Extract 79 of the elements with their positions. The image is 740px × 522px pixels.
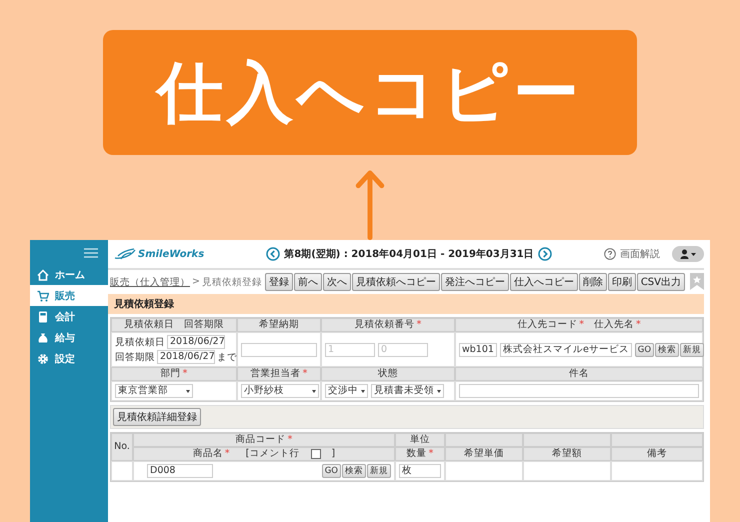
small-button[interactable]: 新規 [680, 342, 704, 356]
supplier-code-field[interactable]: wb101 [459, 342, 497, 356]
small-button[interactable]: GO [634, 342, 654, 356]
column-header: 営業担当者 * [237, 367, 321, 381]
status-select[interactable]: 交渉中 [325, 384, 368, 398]
column-header: 希望単価 [445, 447, 523, 461]
column-header: 備考 [611, 447, 703, 461]
unit-field[interactable]: 枚 [399, 464, 441, 478]
small-button[interactable]: GO [322, 464, 341, 478]
detail-register-button[interactable]: 見積依頼詳細登録 [113, 408, 201, 426]
cart-icon [37, 290, 49, 302]
page-title: 見積依頼登録 [114, 299, 174, 310]
sidebar-item[interactable]: 設定 [30, 348, 108, 369]
small-button[interactable]: 新規 [367, 464, 391, 478]
breadcrumb-current: 見積依頼登録 [202, 276, 262, 288]
product-code-field[interactable]: D008 [147, 464, 213, 478]
money-bag-icon [37, 332, 49, 344]
user-menu-button[interactable] [672, 246, 704, 262]
bookmark-star-icon[interactable] [690, 273, 704, 290]
field-label: 回答期限 [115, 350, 155, 364]
column-header: 商品コード * [133, 433, 395, 447]
toolbar-button[interactable]: 登録 [264, 273, 293, 291]
comment-row-checkbox[interactable] [311, 449, 322, 459]
help-link[interactable]: 画面解説 [620, 247, 660, 261]
column-header: 希望納期 [237, 318, 321, 332]
calculator-icon [37, 310, 49, 322]
gear-icon [37, 352, 49, 364]
home-icon [37, 268, 49, 280]
logo-swoosh-icon [114, 248, 136, 260]
toolbar-button[interactable]: 前へ [294, 273, 322, 291]
subject-field[interactable] [459, 384, 699, 398]
menu-icon[interactable] [84, 248, 98, 258]
column-header: 数量 * [395, 447, 445, 461]
toolbar-button[interactable]: 印刷 [608, 273, 636, 291]
column-header: 単位 [395, 433, 445, 447]
field-label: 見積依頼日 [115, 336, 165, 348]
small-button[interactable]: 検索 [342, 464, 366, 478]
sidebar-item[interactable]: 給与 [30, 327, 108, 348]
column-header: 商品名 * [192, 448, 230, 460]
status-select[interactable]: 見積書未受領 [371, 384, 444, 398]
quote-number-field: 1 [325, 342, 375, 356]
sidebar-item[interactable]: ホーム [30, 264, 108, 285]
copy-to-purchase-callout: 仕入へコピー [103, 30, 637, 156]
toolbar-button[interactable]: 削除 [578, 273, 607, 291]
comment-row-bracket: ] [331, 448, 336, 460]
comment-row-label: [コメント行 [246, 448, 300, 460]
sales-rep-select[interactable]: 小野紗枝 [241, 384, 319, 398]
toolbar-button[interactable]: 見積依頼へコピー [352, 273, 440, 291]
up-arrow-icon [355, 169, 385, 240]
sidebar-item[interactable]: 会計 [30, 306, 108, 327]
column-header: 希望額 [523, 447, 611, 461]
fiscal-period: 第8期(翌期) : 2018年04月01日 - 2019年03月31日 [284, 248, 534, 261]
next-period-icon[interactable] [538, 247, 552, 261]
help-icon[interactable] [604, 248, 616, 260]
breadcrumb-link[interactable]: 販売（仕入管理） [110, 276, 190, 288]
sidebar-item[interactable]: 販売 [30, 285, 108, 306]
toolbar-button[interactable]: CSV出力 [636, 273, 685, 291]
user-icon [680, 249, 696, 259]
department-select[interactable]: 東京営業部 [115, 384, 193, 398]
logo-text: SmileWorks [138, 248, 204, 260]
delivery-date-field[interactable] [241, 342, 317, 356]
column-header: 状態 [321, 367, 455, 381]
toolbar-button[interactable]: 仕入へコピー [510, 273, 578, 291]
breadcrumb-separator: > [192, 276, 200, 288]
date-field[interactable]: 2018/06/27 [167, 335, 225, 349]
column-header: 見積依頼日 回答期限 [111, 318, 237, 332]
column-header: 件名 [455, 367, 703, 381]
toolbar-button[interactable]: 発注へコピー [440, 273, 509, 291]
small-button[interactable]: 検索 [655, 342, 680, 356]
toolbar-button[interactable]: 次へ [322, 273, 351, 291]
column-header: 仕入先コード * 仕入先名 * [455, 318, 703, 332]
date-field[interactable]: 2018/06/27 [157, 350, 215, 364]
previous-period-icon[interactable] [266, 247, 280, 261]
quote-number-field: 0 [378, 342, 428, 356]
column-header: 見積依頼番号 * [321, 318, 455, 332]
column-header: No. [111, 433, 133, 461]
column-header: 部門 * [111, 367, 237, 381]
supplier-name-field[interactable]: 株式会社スマイルeサービス [500, 342, 632, 356]
field-suffix: まで [217, 350, 237, 364]
